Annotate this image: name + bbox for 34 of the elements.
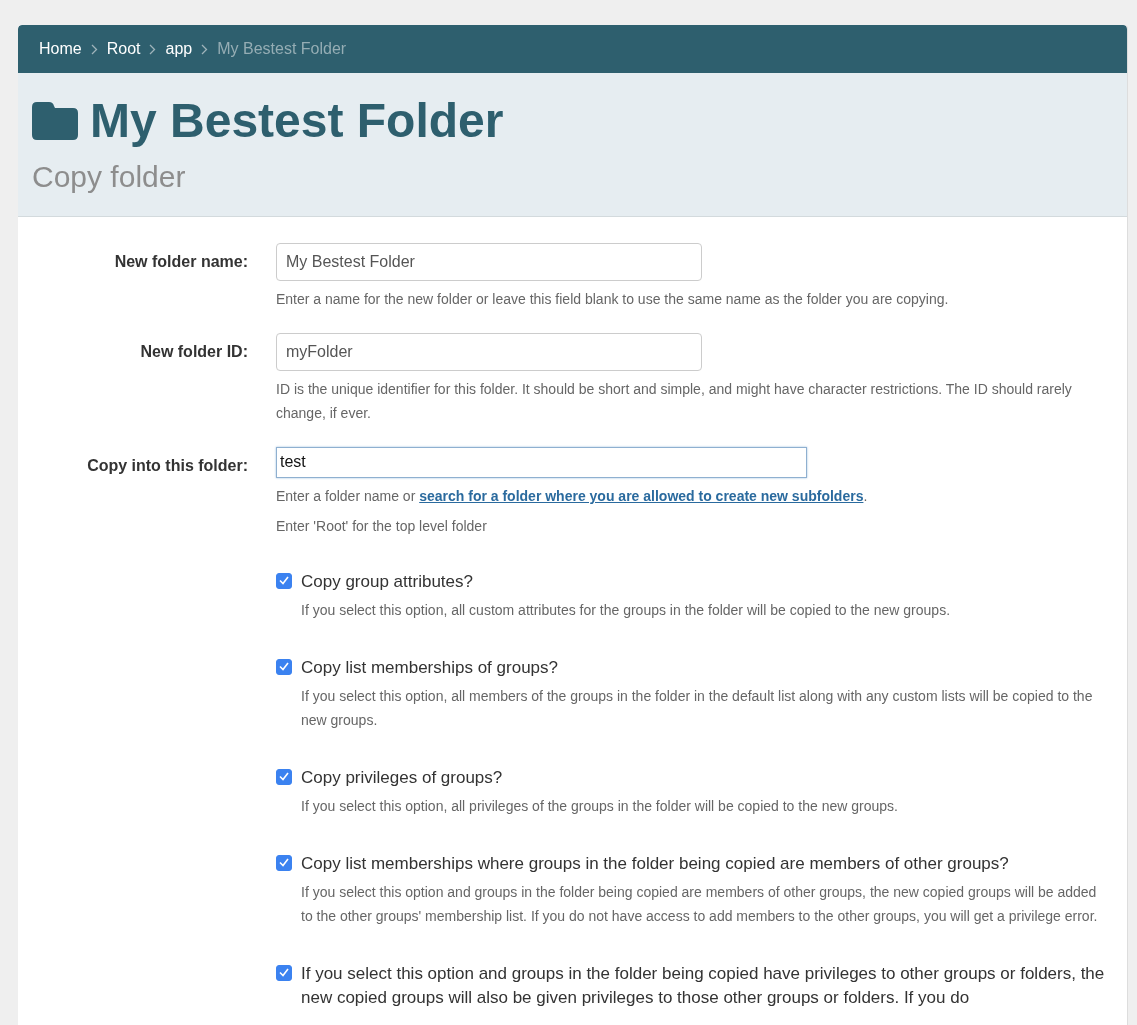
breadcrumb-current: My Bestest Folder <box>217 40 347 58</box>
help-text: ID is the unique identifier for this folder. It should be short and simple, and might have character restrictions. The ID should rarely change, if ever. <box>276 379 1073 423</box>
checkbox[interactable] <box>276 854 292 871</box>
field-label: New folder name: <box>114 252 248 270</box>
option-description: If you select this option and groups in the folder being copied are members of other groups, the new copied groups will be added to the other groups' membership list. If you do not have access to add members to the other groups, you will get a privilege error. <box>301 882 1099 926</box>
option-description: If you select this option, all members of the groups in the folder in the default list along with any custom lists will be copied to the new groups. <box>301 686 1094 730</box>
breadcrumb-link[interactable]: Home <box>39 40 82 58</box>
input-field[interactable]: My Bestest Folder <box>276 242 702 281</box>
checkbox[interactable] <box>276 964 292 981</box>
option-description: If you select this option, all custom attributes for the groups in the folder will be copied to the new groups. <box>301 600 951 620</box>
field-label: Copy into this folder: <box>87 456 248 474</box>
checkbox[interactable] <box>276 658 292 675</box>
page-subtitle: Copy folder <box>32 159 187 194</box>
checkbox[interactable] <box>276 572 292 589</box>
option-label: If you select this option and groups in the folder being copied have privileges to other groups or folders, the new copied groups will also be given privileges to those other groups or folders. If you do <box>301 962 1106 1009</box>
help-text: Enter 'Root' for the top level folder <box>276 516 488 536</box>
option-description: If you select this option, all privileges of the groups in the folder will be copied to the new groups. <box>301 796 898 816</box>
option-label: Copy privileges of groups? <box>301 766 504 789</box>
option-label: Copy list memberships where groups in the folder being copied are members of other groups? <box>301 852 1010 875</box>
chevron-icon <box>201 43 209 55</box>
input-field[interactable]: test <box>276 446 807 478</box>
checkbox[interactable] <box>276 768 292 785</box>
option-label: Copy group attributes? <box>301 570 474 593</box>
help-text: Enter a name for the new folder or leave this field blank to use the same name as the folder you are copying. <box>276 289 950 309</box>
chevron-icon <box>90 43 98 55</box>
help-text: Enter a folder name or search for a folder where you are allowed to create new subfolders. <box>276 486 869 506</box>
input-field[interactable]: myFolder <box>276 332 702 371</box>
breadcrumb-link[interactable]: app <box>165 40 193 58</box>
breadcrumb-link[interactable]: Root <box>106 40 141 58</box>
page-title: My Bestest Folder <box>90 95 504 148</box>
chevron-icon <box>149 43 157 55</box>
field-label: New folder ID: <box>140 342 248 360</box>
option-label: Copy list memberships of groups? <box>301 656 559 679</box>
folder-icon <box>32 102 78 141</box>
